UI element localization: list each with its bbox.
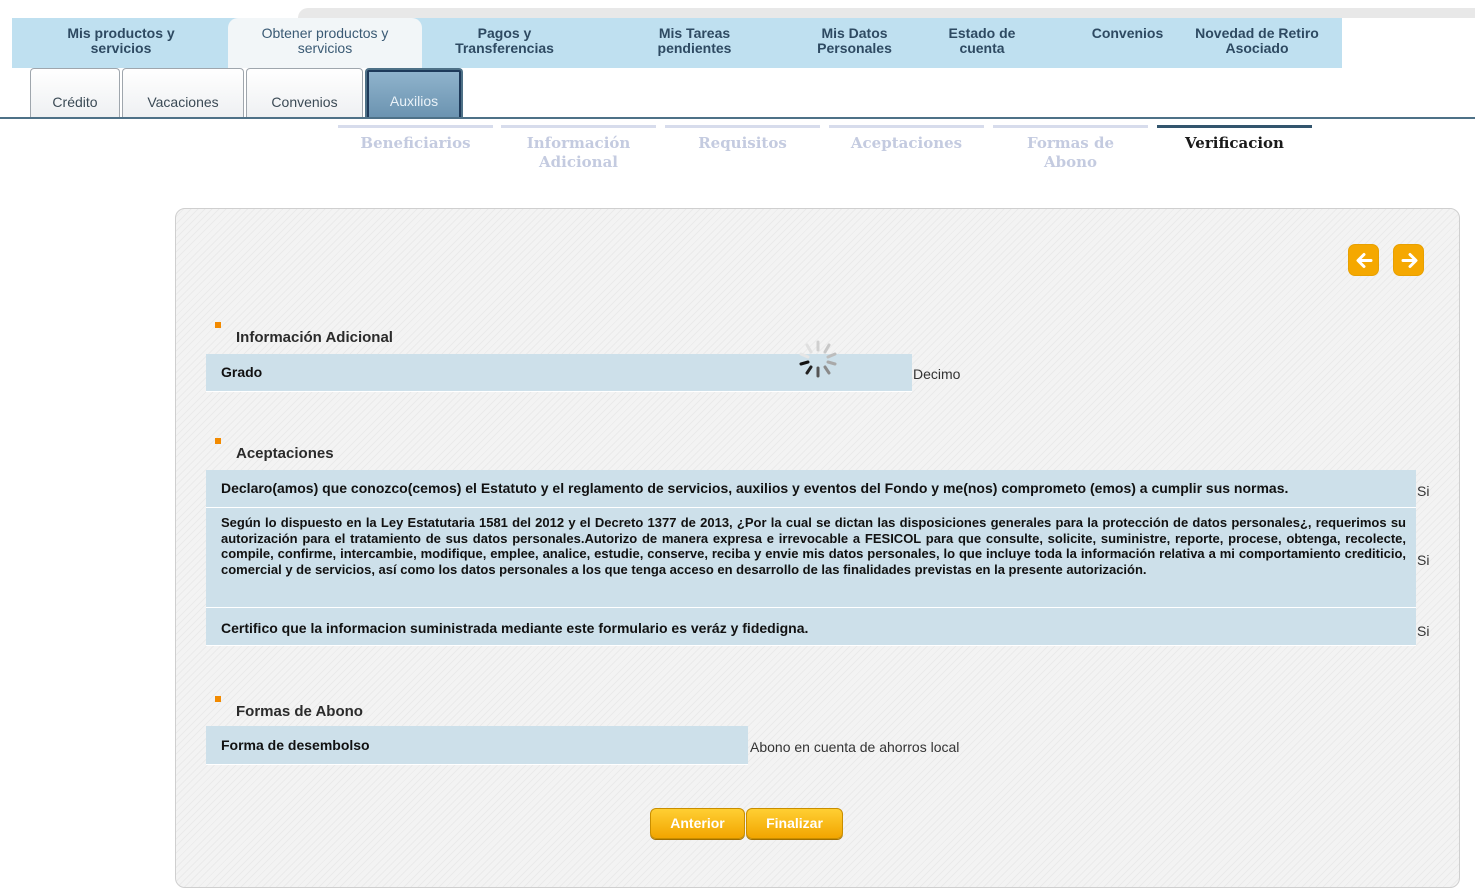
nav-estado-cuenta[interactable]: Estado de cuenta bbox=[942, 18, 1022, 68]
tab-baseline bbox=[0, 117, 1475, 119]
arrow-right-icon bbox=[1401, 253, 1418, 268]
grado-value: Decimo bbox=[913, 366, 961, 382]
nav-pagos-transferencias[interactable]: Pagos y Transferencias bbox=[432, 18, 577, 68]
step-label: Formas de Abono bbox=[1026, 134, 1115, 171]
step-label: Beneficiarios bbox=[360, 134, 471, 152]
step-verificacion: Verificacion bbox=[1157, 125, 1312, 153]
section-title-info-adicional: Información Adicional bbox=[236, 329, 393, 346]
step-beneficiarios[interactable]: Beneficiarios bbox=[338, 125, 493, 153]
step-requisitos[interactable]: Requisitos bbox=[665, 125, 820, 153]
nav-novedad-retiro[interactable]: Novedad de Retiro Asociado bbox=[1172, 18, 1342, 68]
nav-label: Mis productos y servicios bbox=[67, 25, 175, 56]
tab-label: Convenios bbox=[271, 94, 338, 110]
aceptacion-value: Si bbox=[1417, 552, 1430, 568]
aceptacion-value: Si bbox=[1417, 623, 1430, 639]
step-label: Información Adicional bbox=[526, 134, 631, 171]
sub-tabs: Crédito Vacaciones Convenios Auxilios bbox=[0, 68, 1475, 119]
aceptacion-row: Certifico que la informacion suministrad… bbox=[206, 608, 1416, 646]
tab-vacaciones[interactable]: Vacaciones bbox=[122, 68, 244, 118]
section-marker bbox=[215, 322, 221, 328]
loading-spinner-icon bbox=[799, 340, 837, 378]
forma-desembolso-value: Abono en cuenta de ahorros local bbox=[750, 739, 960, 755]
main-nav: Mis productos y servicios Obtener produc… bbox=[12, 18, 1342, 68]
tab-label: Vacaciones bbox=[147, 94, 219, 110]
aceptacion-row: Declaro(amos) que conozco(cemos) el Esta… bbox=[206, 470, 1416, 508]
nav-label: Convenios bbox=[1091, 25, 1164, 41]
section-title-aceptaciones: Aceptaciones bbox=[236, 445, 334, 462]
section-marker bbox=[215, 438, 221, 444]
nav-label: Pagos y Transferencias bbox=[455, 25, 554, 56]
nav-label: Novedad de Retiro Asociado bbox=[1195, 25, 1319, 56]
anterior-button[interactable]: Anterior bbox=[650, 808, 745, 839]
aceptacion-text: Según lo dispuesto en la Ley Estatutaria… bbox=[221, 515, 1406, 577]
nav-label: Mis Tareas pendientes bbox=[657, 25, 732, 56]
step-label: Requisitos bbox=[698, 134, 787, 152]
tab-auxilios[interactable]: Auxilios bbox=[365, 68, 463, 118]
nav-label: Estado de cuenta bbox=[948, 25, 1016, 56]
nav-mis-tareas[interactable]: Mis Tareas pendientes bbox=[622, 18, 767, 68]
nav-label: Mis Datos Personales bbox=[817, 25, 892, 56]
nav-label: Obtener productos y servicios bbox=[261, 25, 389, 56]
nav-mis-productos[interactable]: Mis productos y servicios bbox=[12, 18, 230, 68]
tab-credito[interactable]: Crédito bbox=[30, 68, 120, 118]
step-formas-abono[interactable]: Formas de Abono bbox=[993, 125, 1148, 172]
tab-label: Crédito bbox=[52, 94, 98, 110]
step-label: Aceptaciones bbox=[850, 134, 963, 152]
top-strip bbox=[0, 0, 1475, 18]
nav-mis-datos[interactable]: Mis Datos Personales bbox=[797, 18, 912, 68]
next-arrow-button[interactable] bbox=[1393, 244, 1424, 276]
aceptacion-text: Declaro(amos) que conozco(cemos) el Esta… bbox=[221, 480, 1289, 496]
forma-desembolso-row: Forma de desembolso bbox=[206, 726, 748, 765]
tab-label: Auxilios bbox=[389, 93, 439, 109]
aceptacion-value: Si bbox=[1417, 483, 1430, 499]
aceptacion-row: Según lo dispuesto en la Ley Estatutaria… bbox=[206, 508, 1416, 608]
nav-convenios[interactable]: Convenios bbox=[1080, 18, 1175, 68]
step-aceptaciones[interactable]: Aceptaciones bbox=[829, 125, 984, 153]
nav-obtener-productos[interactable]: Obtener productos y servicios bbox=[228, 18, 422, 68]
forma-desembolso-label: Forma de desembolso bbox=[221, 737, 370, 753]
finalizar-button[interactable]: Finalizar bbox=[746, 808, 843, 839]
arrow-left-icon bbox=[1356, 253, 1373, 268]
step-label: Verificacion bbox=[1185, 134, 1284, 152]
prev-arrow-button[interactable] bbox=[1348, 244, 1379, 276]
step-informacion-adicional[interactable]: Información Adicional bbox=[501, 125, 656, 172]
aceptacion-text: Certifico que la informacion suministrad… bbox=[221, 620, 809, 636]
section-title-formas-abono: Formas de Abono bbox=[236, 703, 363, 720]
tab-convenios[interactable]: Convenios bbox=[246, 68, 363, 118]
section-marker bbox=[215, 696, 221, 702]
